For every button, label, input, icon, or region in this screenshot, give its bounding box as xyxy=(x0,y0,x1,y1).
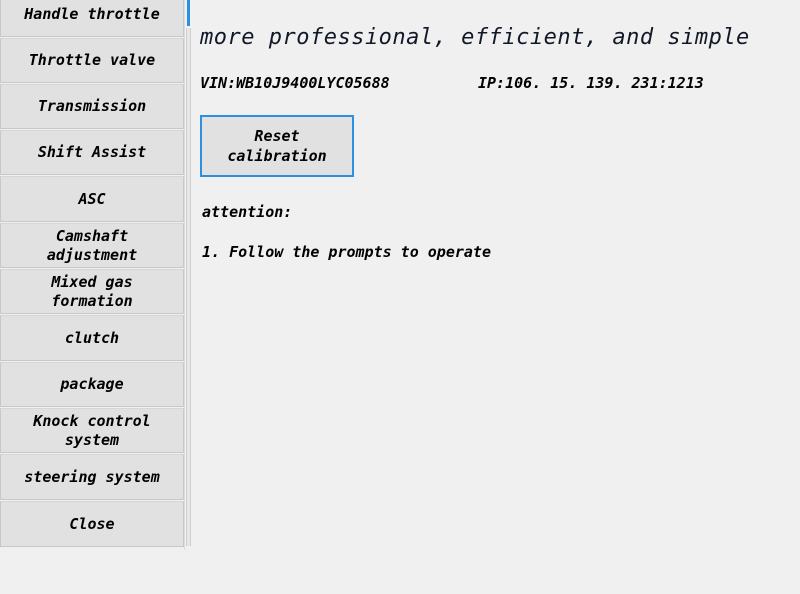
sidebar-item-label: Throttle valve xyxy=(28,51,156,69)
sidebar-item-transmission[interactable]: Transmission xyxy=(0,84,184,129)
device-info-row: VIN:WB10J9400LYC05688 IP:106. 15. 139. 2… xyxy=(200,72,780,96)
sidebar-item-mixed-gas-formation[interactable]: Mixed gas formation xyxy=(0,269,184,314)
sidebar-item-shift-assist[interactable]: Shift Assist xyxy=(0,130,184,175)
sidebar-item-clutch[interactable]: clutch xyxy=(0,315,184,361)
sidebar-item-label: Mixed gas formation xyxy=(51,272,133,310)
sidebar-item-list: Handle throttle Throttle valve Transmiss… xyxy=(0,0,184,548)
attention-title: attention: xyxy=(202,203,293,221)
sidebar-item-label: clutch xyxy=(64,328,120,347)
application-window: Handle throttle Throttle valve Transmiss… xyxy=(0,0,800,594)
sidebar-item-label: Shift Assist xyxy=(37,143,147,161)
sidebar-item-label: steering system xyxy=(24,467,160,486)
main-content-panel: more professional, efficient, and simple… xyxy=(192,0,800,594)
sidebar-menu: Handle throttle Throttle valve Transmiss… xyxy=(0,0,192,550)
sidebar-item-label: Transmission xyxy=(37,97,147,115)
sidebar-scrollbar-track[interactable] xyxy=(186,28,191,546)
sidebar-item-label: ASC xyxy=(78,189,106,208)
sidebar-item-close[interactable]: Close xyxy=(0,501,184,547)
sidebar-scrollbar-thumb[interactable] xyxy=(187,0,190,26)
reset-calibration-button[interactable]: Reset calibration xyxy=(200,115,354,177)
sidebar-item-throttle-valve[interactable]: Throttle valve xyxy=(0,38,184,83)
sidebar-item-label: Handle throttle xyxy=(24,5,160,23)
ip-value: IP:106. 15. 139. 231:1213 xyxy=(478,74,704,92)
attention-item: 1. Follow the prompts to operate xyxy=(202,243,491,261)
attention-block: attention: 1. Follow the prompts to oper… xyxy=(202,200,491,264)
sidebar-item-label: Camshaft adjustment xyxy=(46,226,138,264)
sidebar-item-package[interactable]: package xyxy=(0,362,184,407)
sidebar-item-label: Knock control system xyxy=(33,411,151,449)
sidebar-item-label: package xyxy=(60,375,124,393)
page-title: more professional, efficient, and simple xyxy=(200,25,750,50)
sidebar-item-handle-throttle[interactable]: Handle throttle xyxy=(0,0,184,37)
sidebar-item-label: Close xyxy=(69,514,115,533)
sidebar-item-camshaft-adjustment[interactable]: Camshaft adjustment xyxy=(0,223,184,268)
vin-value: VIN:WB10J9400LYC05688 xyxy=(200,74,390,92)
sidebar-scrollbar[interactable] xyxy=(184,0,192,550)
sidebar-item-asc[interactable]: ASC xyxy=(0,176,184,222)
reset-calibration-label: Reset calibration xyxy=(227,127,327,165)
sidebar-item-knock-control-system[interactable]: Knock control system xyxy=(0,408,184,453)
sidebar-item-steering-system[interactable]: steering system xyxy=(0,454,184,500)
